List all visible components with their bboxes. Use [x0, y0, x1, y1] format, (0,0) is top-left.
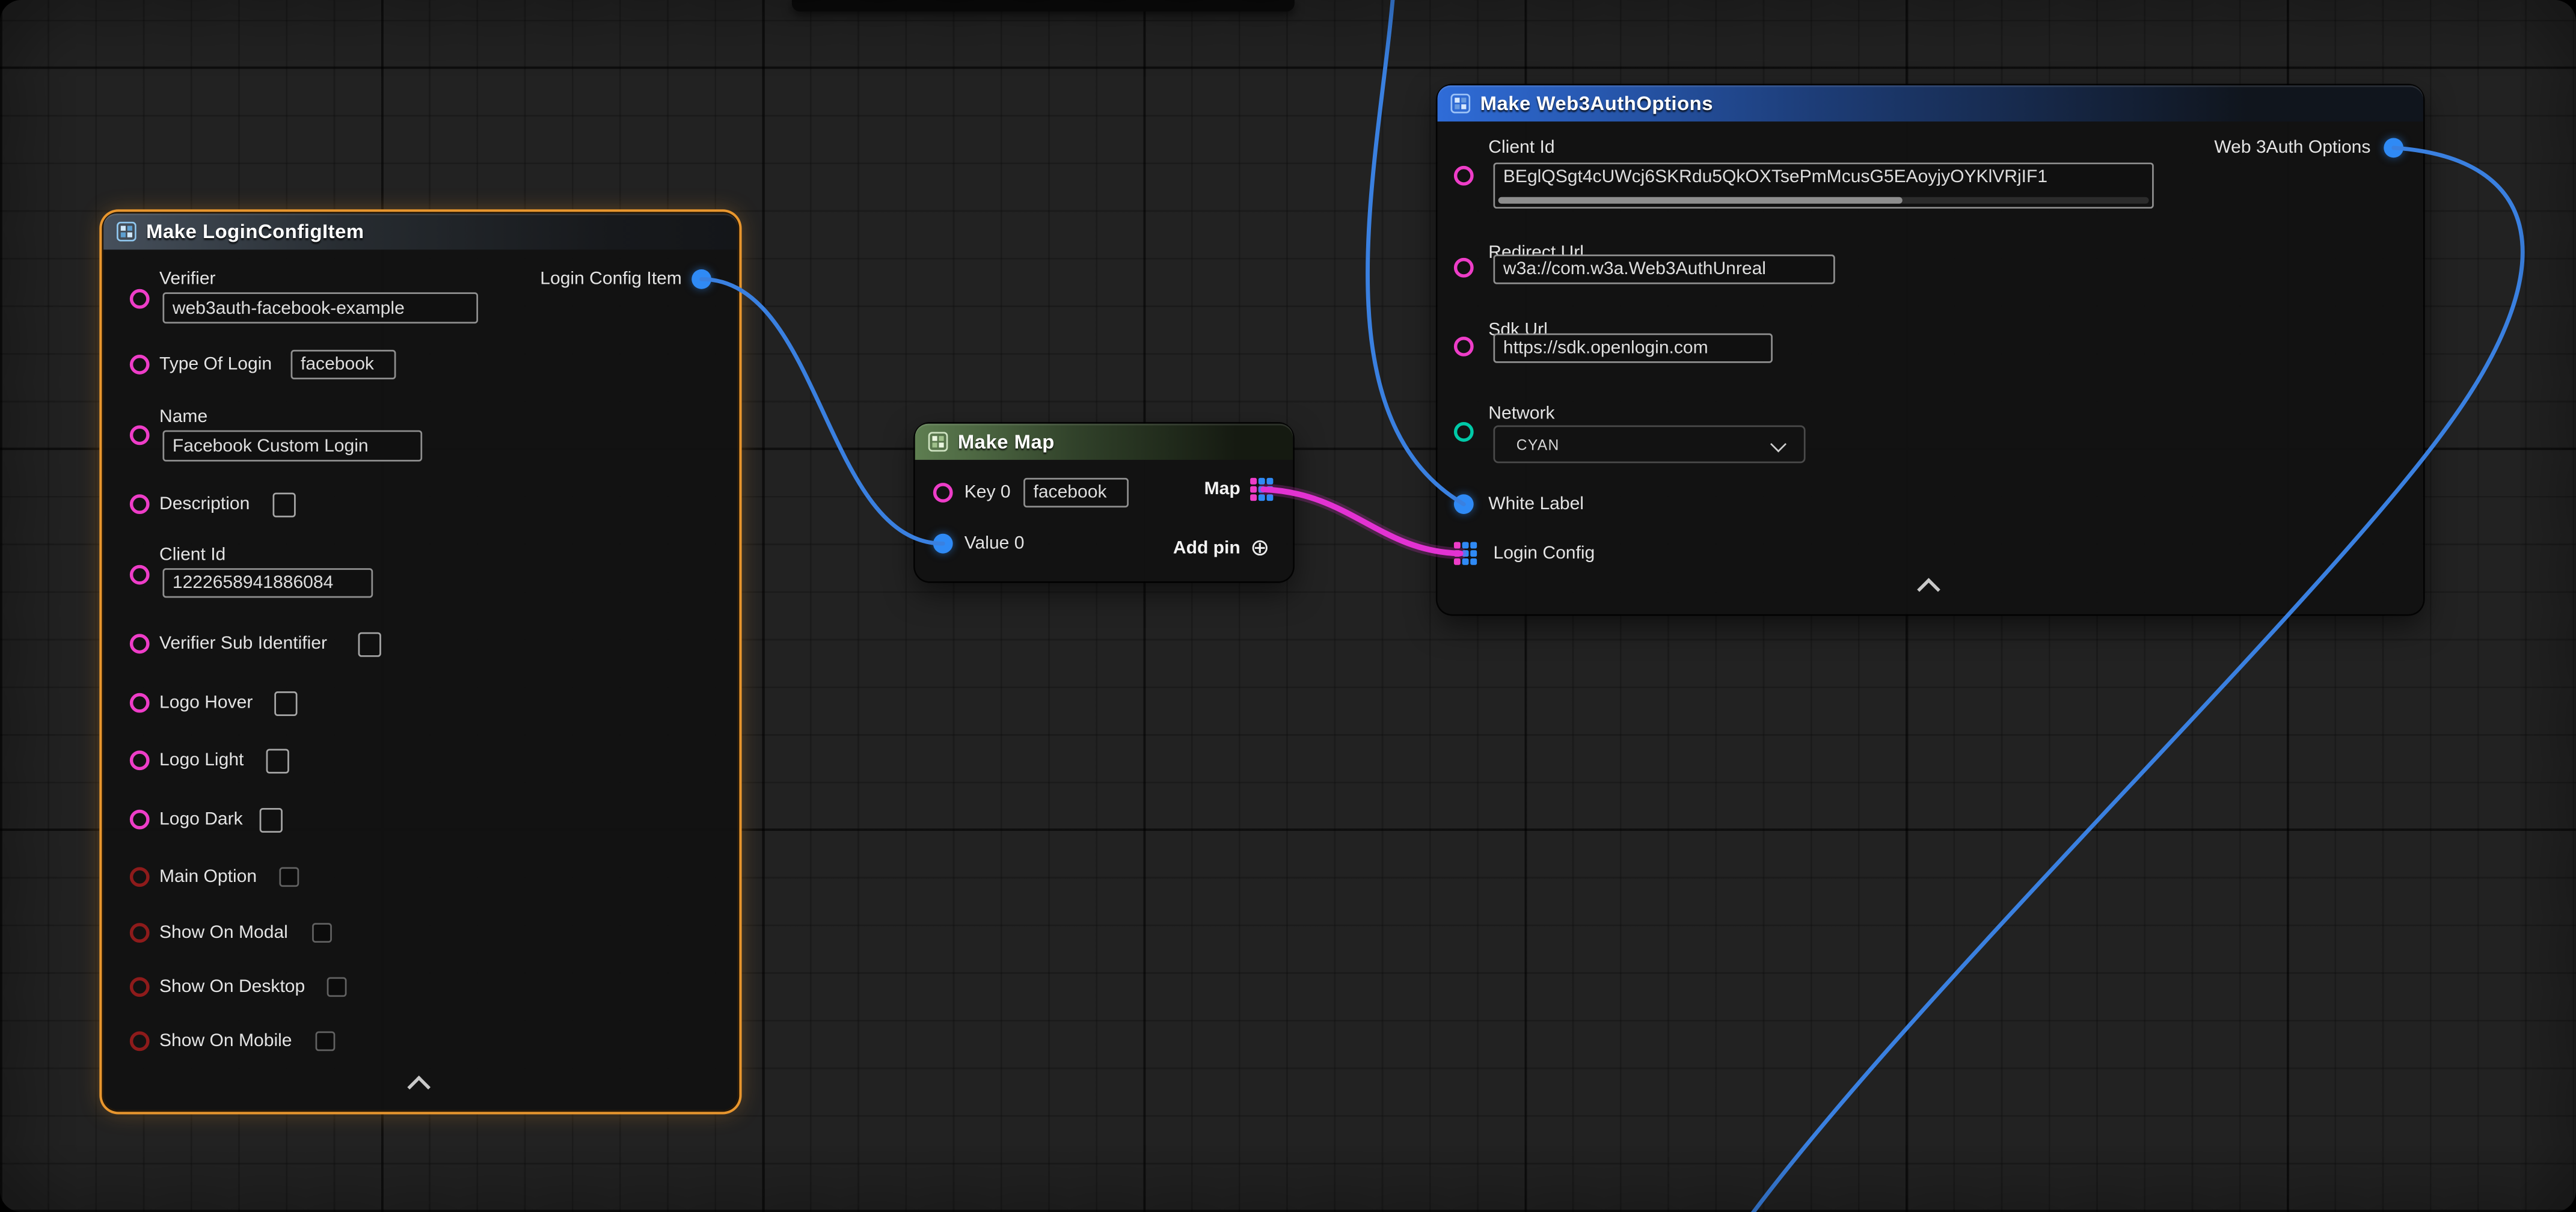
pin-white-label[interactable] — [1454, 494, 1474, 514]
pin-type-of-login[interactable] — [130, 355, 150, 375]
output-pin-web3auth-options[interactable] — [2384, 138, 2403, 158]
node-title: Make Web3AuthOptions — [1480, 92, 1713, 115]
horizontal-scrollbar[interactable] — [1498, 197, 2149, 204]
node-header-make-loginconfigitem[interactable]: Make LoginConfigItem — [103, 213, 738, 249]
pin-label-white-label: White Label — [1488, 493, 1584, 516]
chevron-down-icon — [1770, 436, 1786, 452]
make-struct-icon — [1450, 94, 1470, 114]
add-pin-plus-icon[interactable]: ⊕ — [1250, 536, 1269, 559]
logo-hover-input[interactable] — [274, 691, 297, 716]
pin-label-client-id: Client Id — [1488, 136, 1554, 159]
pin-label-main-option: Main Option — [159, 866, 257, 889]
output-pin-label: Web 3Auth Options — [2214, 136, 2370, 159]
offscreen-node-edge[interactable] — [792, 0, 1295, 11]
pin-label-value-0: Value 0 — [964, 532, 1025, 555]
network-dropdown-value: CYAN — [1495, 436, 1559, 452]
node-make-map[interactable]: Make Map Key 0 facebook Map Value 0 Add … — [915, 424, 1293, 581]
pin-show-on-desktop[interactable] — [130, 977, 150, 997]
pin-logo-hover[interactable] — [130, 693, 150, 713]
pin-value-0[interactable] — [933, 534, 953, 554]
node-header-make-web3authoptions[interactable]: Make Web3AuthOptions — [1438, 85, 2423, 121]
output-pin-login-config-item[interactable] — [692, 269, 711, 289]
show-on-desktop-checkbox[interactable] — [327, 977, 347, 997]
client-id-input[interactable]: 1222658941886084 — [162, 568, 373, 598]
pin-show-on-modal[interactable] — [130, 923, 150, 943]
pin-main-option[interactable] — [130, 867, 150, 887]
pin-login-config[interactable] — [1454, 542, 1477, 565]
client-id-input-value: BEglQSgt4cUWcj6SKRdu5QkOXTsePmMcusG5EAoy… — [1503, 168, 2047, 188]
pin-label-key-0: Key 0 — [964, 481, 1011, 504]
show-on-modal-checkbox[interactable] — [312, 923, 332, 943]
pin-label-login-config: Login Config — [1493, 542, 1595, 565]
pin-key-0[interactable] — [933, 483, 953, 503]
wire-loginconfigitem-to-value0[interactable] — [702, 279, 943, 543]
node-title: Make Map — [958, 430, 1055, 453]
node-make-loginconfigitem[interactable]: Make LoginConfigItem Login Config Item V… — [103, 213, 738, 1110]
pin-logo-dark[interactable] — [130, 810, 150, 830]
pin-client-id[interactable] — [1454, 166, 1474, 186]
pin-description[interactable] — [130, 494, 150, 514]
pin-label-show-on-mobile: Show On Mobile — [159, 1030, 292, 1053]
network-dropdown[interactable]: CYAN — [1493, 426, 1805, 464]
scrollbar-thumb[interactable] — [1498, 197, 1902, 204]
client-id-input[interactable]: BEglQSgt4cUWcj6SKRdu5QkOXTsePmMcusG5EAoy… — [1493, 162, 2153, 208]
pin-label-logo-light: Logo Light — [159, 749, 244, 772]
verifier-sub-identifier-input[interactable] — [358, 632, 381, 657]
pin-network[interactable] — [1454, 422, 1474, 442]
pin-label-client-id: Client Id — [159, 543, 225, 566]
name-input[interactable]: Facebook Custom Login — [162, 430, 422, 462]
pin-label-show-on-desktop: Show On Desktop — [159, 976, 305, 999]
logo-dark-input[interactable] — [260, 808, 283, 833]
pin-label-verifier-sub-identifier: Verifier Sub Identifier — [159, 632, 327, 655]
node-header-make-map[interactable]: Make Map — [915, 424, 1293, 460]
description-input[interactable] — [273, 493, 296, 518]
pin-sdk-url[interactable] — [1454, 337, 1474, 357]
collapse-chevron-icon[interactable] — [407, 1076, 431, 1099]
graph-stage: Make LoginConfigItem Login Config Item V… — [0, 0, 2576, 1212]
pin-label-network: Network — [1488, 402, 1554, 425]
show-on-mobile-checkbox[interactable] — [316, 1032, 336, 1051]
pin-logo-light[interactable] — [130, 750, 150, 770]
pin-client-id[interactable] — [130, 565, 150, 585]
pin-label-show-on-modal: Show On Modal — [159, 921, 288, 944]
sdk-url-input[interactable]: https://sdk.openlogin.com — [1493, 334, 1772, 363]
pin-verifier[interactable] — [130, 289, 150, 309]
logo-light-input[interactable] — [266, 749, 289, 774]
make-map-icon — [928, 432, 948, 451]
verifier-input[interactable]: web3auth-facebook-example — [162, 292, 478, 323]
pin-label-name: Name — [159, 406, 207, 429]
pin-label-map: Map — [1204, 478, 1240, 501]
blueprint-graph-canvas[interactable]: Make LoginConfigItem Login Config Item V… — [0, 0, 2576, 1212]
main-option-checkbox[interactable] — [279, 867, 299, 887]
pin-redirect-url[interactable] — [1454, 258, 1474, 278]
node-title: Make LoginConfigItem — [146, 220, 364, 243]
output-pin-label: Login Config Item — [540, 268, 682, 290]
add-pin-label[interactable]: Add pin — [1173, 537, 1240, 560]
pin-label-type-of-login: Type Of Login — [159, 353, 272, 376]
make-struct-icon — [117, 222, 136, 242]
type-of-login-input[interactable]: facebook — [291, 350, 396, 379]
node-make-web3authoptions[interactable]: Make Web3AuthOptions Web 3Auth Options C… — [1438, 85, 2423, 614]
pin-label-logo-hover: Logo Hover — [159, 691, 253, 714]
map-output-pin[interactable] — [1250, 478, 1273, 501]
pin-label-logo-dark: Logo Dark — [159, 808, 243, 831]
pin-show-on-mobile[interactable] — [130, 1032, 150, 1051]
redirect-url-input[interactable]: w3a://com.w3a.Web3AuthUnreal — [1493, 254, 1835, 284]
blueprint-editor-window: Make LoginConfigItem Login Config Item V… — [0, 0, 2576, 1212]
key-0-input[interactable]: facebook — [1023, 478, 1129, 507]
pin-label-description: Description — [159, 493, 250, 516]
pin-name[interactable] — [130, 426, 150, 445]
pin-verifier-sub-identifier[interactable] — [130, 634, 150, 653]
collapse-chevron-icon[interactable] — [1917, 578, 1940, 601]
pin-label-verifier: Verifier — [159, 268, 216, 290]
